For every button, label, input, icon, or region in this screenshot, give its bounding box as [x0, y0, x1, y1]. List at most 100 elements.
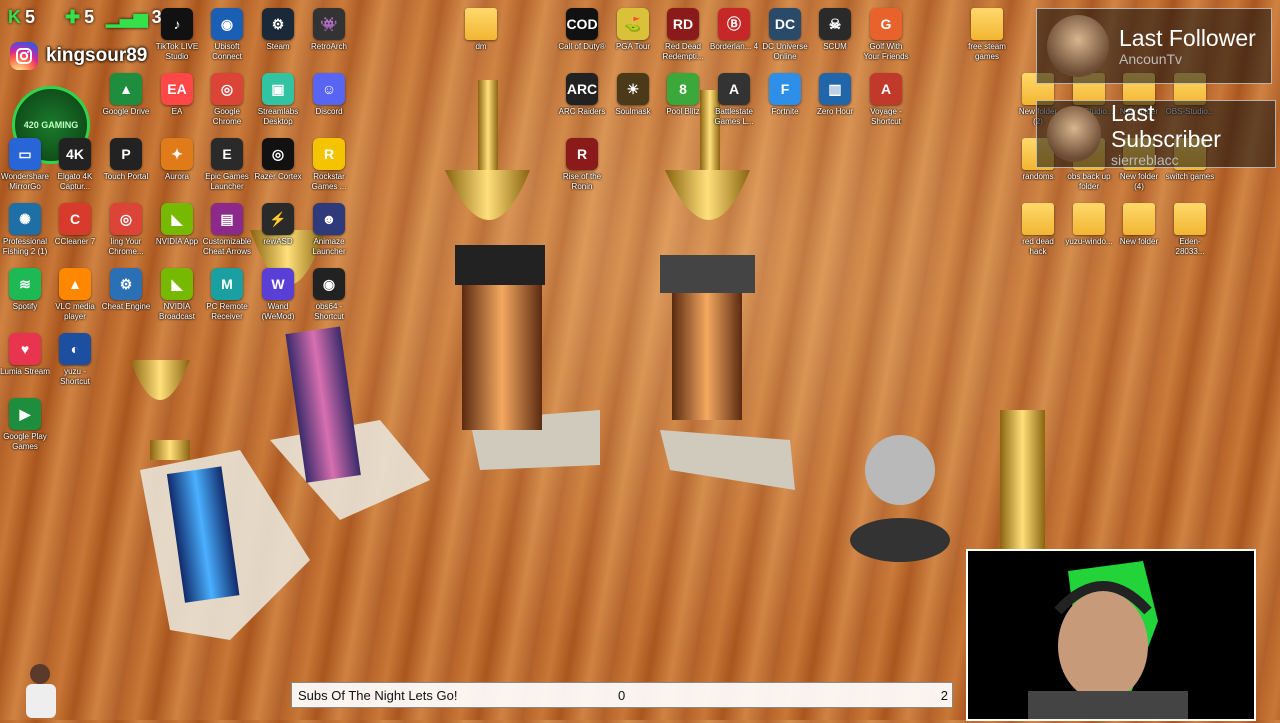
desktop-icon[interactable]: ◎ ling Your Chrome...: [101, 203, 151, 257]
desktop-icon[interactable]: DC DC Universe Online: [760, 8, 810, 62]
spotify-icon: ≋: [9, 268, 41, 300]
desktop-icon[interactable]: ✦ Aurora: [152, 138, 202, 182]
desktop-icon-label: ling Your Chrome...: [108, 237, 144, 256]
cheat-engine-icon: ⚙: [110, 268, 142, 300]
desktop-icon[interactable]: R Rise of the Ronin: [557, 138, 607, 192]
desktop-icon[interactable]: ☺ Discord: [304, 73, 354, 117]
webcam-feed: [966, 549, 1256, 721]
desktop-icon-label: ARC Raiders: [558, 107, 606, 116]
desktop-icon-label: EA: [171, 107, 183, 116]
desktop-icon[interactable]: 8 Pool Blitz: [658, 73, 708, 117]
desktop-icon[interactable]: COD Call of Duty®: [557, 8, 607, 52]
desktop-icon[interactable]: ✺ Professional Fishing 2 (1): [0, 203, 50, 257]
desktop-icon[interactable]: A Battlestate Games L...: [709, 73, 759, 127]
desktop-icon[interactable]: free steam games: [962, 8, 1012, 62]
desktop-icon-label: Google Play Games: [3, 432, 47, 451]
rockstar-icon: R: [313, 138, 345, 170]
mascot-figure: [12, 660, 72, 718]
desktop-icon-label: Spotify: [12, 302, 38, 311]
rdr-icon: RD: [667, 8, 699, 40]
desktop-icon-label: switch games: [1165, 172, 1215, 181]
desktop-icon[interactable]: ⚙ Cheat Engine: [101, 268, 151, 312]
scum-icon: ☠: [819, 8, 851, 40]
ccleaner-icon: C: [59, 203, 91, 235]
desktop-icon-label: Streamlabs Desktop: [257, 107, 299, 126]
retroarch-icon: 👾: [313, 8, 345, 40]
desktop-icon[interactable]: ♪ TikTok LIVE Studio: [152, 8, 202, 62]
desktop-icon[interactable]: ◣ NVIDIA Broadcast: [152, 268, 202, 322]
desktop-icon[interactable]: ◣ NVIDIA App: [152, 203, 202, 247]
desktop-icon[interactable]: ARC ARC Raiders: [557, 73, 607, 117]
desktop-icon[interactable]: ▲ VLC media player: [50, 268, 100, 322]
desktop-icon[interactable]: red dead hack: [1013, 203, 1063, 257]
desktop-icon[interactable]: R Rockstar Games ...: [304, 138, 354, 192]
obs-icon: ◉: [313, 268, 345, 300]
desktop-icon[interactable]: G Golf With Your Friends: [861, 8, 911, 62]
desktop-icon-label: RetroArch: [310, 42, 347, 51]
discord-icon: ☺: [313, 73, 345, 105]
kick-count: 5: [25, 6, 36, 27]
desktop-icon[interactable]: ♥ Lumia Stream: [0, 333, 50, 377]
desktop-icon[interactable]: EA EA: [152, 73, 202, 117]
desktop-icon[interactable]: ⚡ rewASD: [253, 203, 303, 247]
desktop-icon[interactable]: ▭ Wondershare MirrorGo: [0, 138, 50, 192]
sub-goal-bar: Subs Of The Night Lets Go! 0 2: [291, 682, 953, 708]
desktop-icon[interactable]: F Fortnite: [760, 73, 810, 117]
desktop-icon[interactable]: yuzu-windo...: [1064, 203, 1114, 247]
desktop-icon[interactable]: New folder: [1114, 203, 1164, 247]
desktop-icon[interactable]: ▶ Google Play Games: [0, 398, 50, 452]
desktop-icon[interactable]: Ⓑ Borderlan... 4: [709, 8, 759, 52]
wand-icon: W: [262, 268, 294, 300]
desktop-icon[interactable]: ◐ yuzu - Shortcut: [50, 333, 100, 387]
follow-count: 5: [84, 6, 95, 27]
desktop-icon-label: dm: [475, 42, 487, 51]
desktop-icon-label: Steam: [266, 42, 290, 51]
desktop-icon[interactable]: ▤ Customizable Cheat Arrows: [202, 203, 252, 257]
desktop-icon-label: Touch Portal: [103, 172, 149, 181]
desktop-icon[interactable]: ◎ Razer Cortex: [253, 138, 303, 182]
desktop-icon-label: NVIDIA Broadcast: [158, 302, 196, 321]
desktop-icon[interactable]: M PC Remote Receiver: [202, 268, 252, 322]
desktop-icon[interactable]: ▲ Google Drive: [101, 73, 151, 117]
desktop-icon[interactable]: W Wand (WeMod): [253, 268, 303, 322]
desktop-icon[interactable]: ⛳ PGA Tour: [608, 8, 658, 52]
desktop-icon-label: Wand (WeMod): [261, 302, 295, 321]
desktop-icon-label: Google Chrome: [212, 107, 242, 126]
desktop-icon-label: Voyage - Shortcut: [870, 107, 902, 126]
desktop-icon-label: yuzu-windo...: [1065, 237, 1113, 246]
desktop-icon[interactable]: ▣ Streamlabs Desktop: [253, 73, 303, 127]
desktop-icon-label: Professional Fishing 2 (1): [2, 237, 48, 256]
desktop-icon-label: Call of Duty®: [558, 42, 606, 51]
desktop-icon[interactable]: dm: [456, 8, 506, 52]
desktop-icon[interactable]: A Voyage - Shortcut: [861, 73, 911, 127]
desktop-icon-label: obs64 - Shortcut: [314, 302, 344, 321]
cod-icon: COD: [566, 8, 598, 40]
chrome-icon: ◎: [110, 203, 142, 235]
desktop-icon[interactable]: ▥ Zero Hour: [810, 73, 860, 117]
desktop-icon[interactable]: ☀ Soulmask: [608, 73, 658, 117]
desktop-icon[interactable]: ☻ Animaze Launcher: [304, 203, 354, 257]
desktop-icon[interactable]: Eden-28033...: [1165, 203, 1215, 257]
desktop-icon[interactable]: ≋ Spotify: [0, 268, 50, 312]
desktop-icon[interactable]: RD Red Dead Redempti...: [658, 8, 708, 62]
desktop-icon[interactable]: P Touch Portal: [101, 138, 151, 182]
desktop-icon[interactable]: 4K Elgato 4K Captur...: [50, 138, 100, 192]
desktop-icon[interactable]: E Epic Games Launcher: [202, 138, 252, 192]
desktop-icon[interactable]: ◉ obs64 - Shortcut: [304, 268, 354, 322]
desktop-icon-label: Discord: [315, 107, 343, 116]
goal-label: Subs Of The Night Lets Go!: [298, 687, 458, 703]
winrar-icon: ▤: [211, 203, 243, 235]
elgato-icon: 4K: [59, 138, 91, 170]
desktop-icon[interactable]: ⚙ Steam: [253, 8, 303, 52]
desktop-icon[interactable]: ◎ Google Chrome: [202, 73, 252, 127]
borderlands-icon: Ⓑ: [718, 8, 750, 40]
desktop-icon-label: Zero Hour: [816, 107, 853, 116]
desktop-icon-label: Eden-28033...: [1175, 237, 1205, 256]
battlestate-icon: A: [718, 73, 750, 105]
desktop-icon[interactable]: C CCleaner 7: [50, 203, 100, 247]
epic-games-icon: E: [211, 138, 243, 170]
desktop-icon[interactable]: 👾 RetroArch: [304, 8, 354, 52]
desktop-icon[interactable]: ☠ SCUM: [810, 8, 860, 52]
desktop-icon[interactable]: ◉ Ubisoft Connect: [202, 8, 252, 62]
desktop-icon-label: Aurora: [164, 172, 189, 181]
